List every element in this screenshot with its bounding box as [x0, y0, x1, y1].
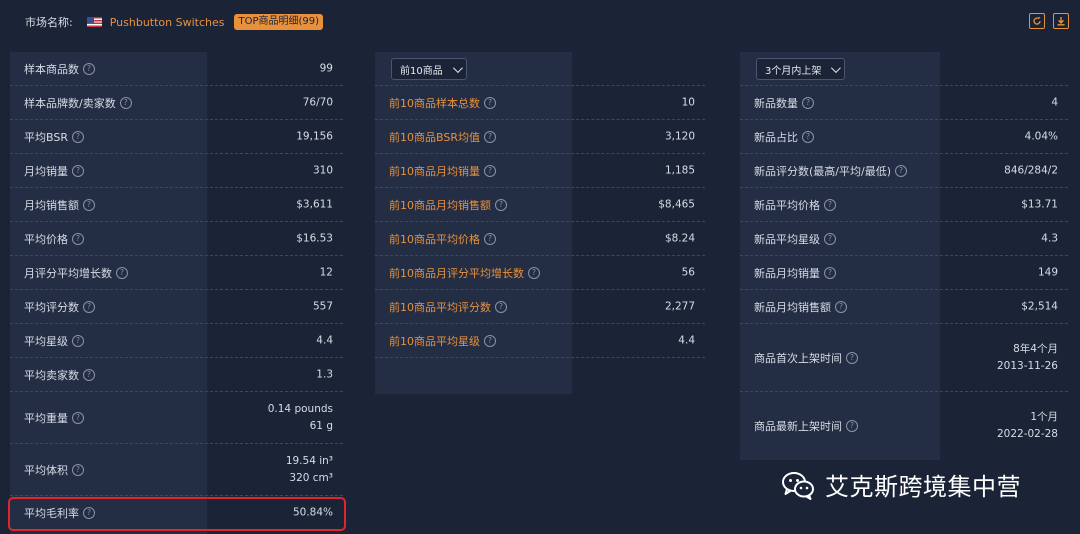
help-icon[interactable]: ? — [484, 96, 496, 109]
help-icon[interactable]: ? — [846, 351, 858, 364]
stat-row: 前10商品月均销量? 1,185 — [375, 154, 705, 188]
help-icon[interactable]: ? — [484, 334, 496, 347]
empty-row — [375, 358, 705, 394]
stat-row: 平均重量? 0.14 pounds 61 g — [10, 392, 343, 444]
help-icon[interactable]: ? — [72, 334, 84, 347]
help-icon[interactable]: ? — [835, 300, 847, 313]
us-flag-icon — [86, 17, 102, 27]
stat-row: 前10商品平均星级? 4.4 — [375, 324, 705, 358]
stat-row: 新品月均销售额? $2,514 — [740, 290, 1068, 324]
help-icon[interactable]: ? — [824, 266, 836, 279]
help-icon[interactable]: ? — [824, 198, 836, 211]
help-icon[interactable]: ? — [72, 411, 84, 424]
market-label: 市场名称: — [25, 16, 73, 29]
stat-row: 新品平均星级? 4.3 — [740, 222, 1068, 256]
watermark: 艾克斯跨境集中营 — [781, 467, 1021, 502]
stat-row: 样本商品数? 99 — [10, 52, 343, 86]
help-icon[interactable]: ? — [802, 130, 814, 143]
top-products-badge[interactable]: TOP商品明细(99) — [234, 14, 324, 30]
help-icon[interactable]: ? — [116, 266, 128, 279]
select-row: 前10商品 — [375, 52, 705, 86]
help-icon[interactable]: ? — [71, 130, 84, 143]
stat-row: 商品最新上架时间? 1个月 2022-02-28 — [754, 411, 1058, 440]
stat-row: 前10商品BSR均值? 3,120 — [375, 120, 705, 154]
stat-row: 样本品牌数/卖家数? 76/70 — [10, 86, 343, 120]
stat-row: 平均卖家数? 1.3 — [10, 358, 343, 392]
help-icon[interactable]: ? — [72, 232, 84, 245]
help-icon[interactable]: ? — [495, 300, 507, 313]
chevron-down-icon — [452, 62, 463, 73]
help-icon[interactable]: ? — [483, 130, 496, 143]
stat-row: 平均BSR? 19,156 — [10, 120, 343, 154]
watermark-text: 艾克斯跨境集中营 — [825, 473, 1021, 501]
help-icon[interactable]: ? — [824, 232, 836, 245]
stat-row: 平均星级? 4.4 — [10, 324, 343, 358]
help-icon[interactable]: ? — [802, 96, 814, 109]
stat-row: 月均销售额? $3,611 — [10, 188, 343, 222]
help-icon[interactable]: ? — [83, 368, 95, 381]
listing-period-select[interactable]: 3个月内上架 — [756, 58, 846, 80]
refresh-icon[interactable] — [1029, 13, 1045, 29]
gross-margin-highlight — [8, 497, 346, 531]
stat-row: 前10商品月均销售额? $8,465 — [375, 188, 705, 222]
stat-row: 前10商品平均评分数? 2,277 — [375, 290, 705, 324]
help-icon[interactable]: ? — [484, 164, 496, 177]
top-bar: 市场名称: Pushbutton Switches TOP商品明细(99) — [0, 0, 1080, 44]
wechat-icon — [781, 468, 815, 502]
help-icon[interactable]: ? — [495, 198, 507, 211]
help-icon[interactable]: ? — [119, 96, 132, 109]
help-icon[interactable]: ? — [528, 266, 540, 279]
stat-row: 月均销量? 310 — [10, 154, 343, 188]
stat-row: 前10商品月评分平均增长数? 56 — [375, 256, 705, 290]
stat-row: 平均体积? 19.54 in³ 320 cm³ — [10, 444, 343, 496]
stat-row: 前10商品平均价格? $8.24 — [375, 222, 705, 256]
stat-row: 新品数量? 4 — [740, 86, 1068, 120]
market-overview-panel: 样本商品数? 99 样本品牌数/卖家数? 76/70 平均BSR? 19,156 月均… — [10, 52, 343, 534]
help-icon[interactable]: ? — [484, 232, 496, 245]
stat-row: 前10商品样本总数? 10 — [375, 86, 705, 120]
stat-row: 平均价格? $16.53 — [10, 222, 343, 256]
stat-row: 新品评分数(最高/平均/最低)? 846/284/2 — [740, 154, 1068, 188]
select-row: 3个月内上架 — [740, 52, 1068, 86]
market-name[interactable]: Pushbutton Switches — [110, 16, 225, 29]
help-icon[interactable]: ? — [83, 300, 95, 313]
help-icon[interactable]: ? — [83, 62, 95, 75]
help-icon[interactable]: ? — [72, 164, 84, 177]
download-icon[interactable] — [1053, 13, 1069, 29]
chevron-down-icon — [831, 62, 842, 73]
top10-select[interactable]: 前10商品 — [391, 58, 467, 80]
help-icon[interactable]: ? — [72, 463, 84, 476]
stat-row: 新品月均销量? 149 — [740, 256, 1068, 290]
stat-row: 新品占比? 4.04% — [740, 120, 1068, 154]
stat-row: 新品平均价格? $13.71 — [740, 188, 1068, 222]
stat-row: 平均评分数? 557 — [10, 290, 343, 324]
help-icon[interactable]: ? — [83, 198, 95, 211]
new-products-panel: 3个月内上架 新品数量? 4 新品占比? 4.04% 新品评分数(最高/平均/最低)… — [740, 52, 1068, 460]
stat-row: 商品首次上架时间? 8年4个月 2013-11-26 — [740, 324, 1068, 392]
stat-row: 月评分平均增长数? 12 — [10, 256, 343, 290]
help-icon[interactable]: ? — [895, 164, 907, 177]
help-icon[interactable]: ? — [846, 420, 858, 432]
top10-panel: 前10商品 前10商品样本总数? 10 前10商品BSR均值? 3,120 前10商… — [375, 52, 705, 394]
